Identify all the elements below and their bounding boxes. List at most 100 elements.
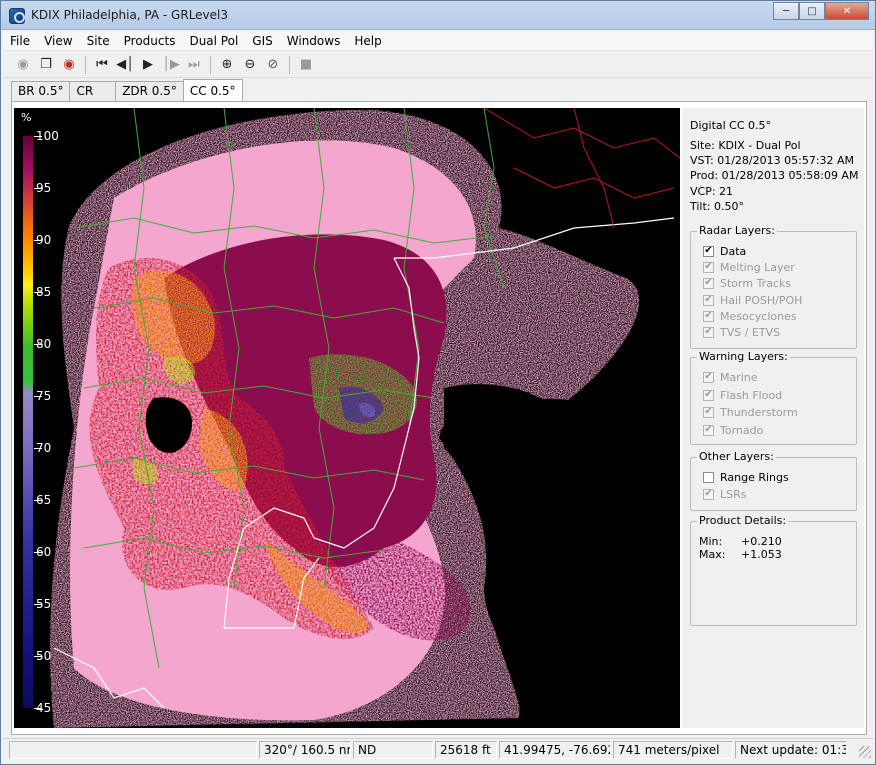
menu-site[interactable]: Site bbox=[80, 31, 117, 51]
layer-label: Storm Tracks bbox=[720, 276, 792, 290]
close-icon: ✕ bbox=[842, 5, 852, 17]
nexrad-icon[interactable]: ◉ bbox=[59, 55, 79, 75]
checkmark-icon: ✔ bbox=[703, 245, 714, 257]
tilt-info: Tilt: 0.50° bbox=[690, 200, 745, 213]
layer-label: Marine bbox=[720, 370, 758, 384]
status-height: 25618 ft bbox=[435, 741, 497, 759]
other-boundaries bbox=[483, 108, 680, 229]
warning-layers-title: Warning Layers: bbox=[697, 350, 790, 363]
toolbar-separator bbox=[85, 55, 86, 74]
checkmark-icon: ✔ bbox=[703, 424, 714, 436]
layer-label: Flash Flood bbox=[720, 388, 783, 402]
status-scale: 741 meters/pixel bbox=[613, 741, 733, 759]
status-latlon: 41.99475, -76.69258 bbox=[499, 741, 611, 759]
max-value: +1.053 bbox=[741, 548, 782, 561]
range-rings-checkbox[interactable]: Range Rings bbox=[703, 470, 789, 484]
product-details-group: Product Details: Min: +0.210 Max: +1.053 bbox=[690, 514, 857, 626]
resize-grip-icon[interactable] bbox=[859, 746, 871, 758]
first-frame-icon[interactable]: ⏮ bbox=[92, 55, 112, 75]
tab-br[interactable]: BR 0.5° bbox=[11, 81, 71, 101]
zoom-out-icon[interactable]: ⊖ bbox=[240, 55, 260, 75]
next-frame-icon[interactable]: │▶ bbox=[161, 55, 181, 75]
site-info: Site: KDIX - Dual Pol bbox=[690, 139, 801, 152]
checkmark-icon: ✔ bbox=[703, 310, 714, 322]
other-layers-group: Other Layers: Range Rings ✔ LSRs bbox=[690, 450, 857, 511]
side-panel: Digital CC 0.5° Site: KDIX - Dual Pol VS… bbox=[682, 108, 864, 728]
checkmark-icon: ✔ bbox=[703, 488, 714, 500]
stop-icon[interactable]: ■ bbox=[296, 55, 316, 75]
menu-dual-pol[interactable]: Dual Pol bbox=[182, 31, 245, 51]
layer-label: Mesocyclones bbox=[720, 309, 797, 323]
warning-marine-checkbox: ✔ Marine bbox=[703, 370, 758, 384]
legend-tick-label: 75 bbox=[36, 389, 52, 403]
last-frame-icon[interactable]: ⏭ bbox=[184, 55, 204, 75]
toolbar-separator bbox=[289, 55, 290, 74]
toolbar: ◉ ❐ ◉ ⏮ ◀│ ▶ │▶ ⏭ ⊕ ⊖ ⊘ ■ bbox=[3, 52, 873, 78]
radar-image bbox=[50, 108, 680, 728]
maximize-icon: □ bbox=[807, 5, 817, 17]
warning-layers-group: Warning Layers: ✔ Marine ✔ Flash Flood ✔ Th… bbox=[690, 350, 857, 445]
legend-tick-label: 65 bbox=[36, 493, 52, 507]
menu-view[interactable]: View bbox=[37, 31, 79, 51]
layer-hail-checkbox: ✔ Hail POSH/POH bbox=[703, 293, 802, 307]
tab-cc[interactable]: CC 0.5° bbox=[182, 79, 243, 101]
layer-label: Tornado bbox=[720, 423, 764, 437]
tab-cr[interactable]: CR bbox=[69, 81, 117, 101]
vcp-info: VCP: 21 bbox=[690, 185, 734, 198]
warning-flash-flood-checkbox: ✔ Flash Flood bbox=[703, 388, 782, 402]
status-empty bbox=[9, 741, 257, 759]
status-bar: 320°/ 160.5 nm ND 25618 ft 41.99475, -76… bbox=[3, 738, 873, 760]
zoom-in-icon[interactable]: ⊕ bbox=[217, 55, 237, 75]
other-layers-title: Other Layers: bbox=[697, 450, 776, 463]
play-icon[interactable]: ▶ bbox=[138, 55, 158, 75]
menu-gis[interactable]: GIS bbox=[245, 31, 279, 51]
copy-icon[interactable]: ❐ bbox=[36, 55, 56, 75]
menu-help[interactable]: Help bbox=[347, 31, 388, 51]
toolbar-separator bbox=[210, 55, 211, 74]
layer-tvs-checkbox: ✔ TVS / ETVS bbox=[703, 325, 780, 339]
zoom-reset-icon[interactable]: ⊘ bbox=[263, 55, 283, 75]
app-icon[interactable] bbox=[9, 8, 25, 24]
maximize-button[interactable]: □ bbox=[799, 2, 825, 20]
layer-data-checkbox[interactable]: ✔ Data bbox=[703, 244, 746, 258]
checkmark-icon: ✔ bbox=[703, 326, 714, 338]
app-window: KDIX Philadelphia, PA - GRLevel3 ─ □ ✕ F… bbox=[0, 0, 876, 765]
tab-zdr[interactable]: ZDR 0.5° bbox=[115, 81, 184, 101]
legend-tick-label: 85 bbox=[36, 285, 52, 299]
minimize-button[interactable]: ─ bbox=[773, 2, 799, 20]
legend-tick-label: 45 bbox=[36, 701, 52, 715]
color-legend: % 100 95 90 85 80 75 70 65 60 55 50 45 bbox=[14, 108, 65, 728]
layer-label: Data bbox=[720, 244, 747, 258]
product-name: Digital CC 0.5° bbox=[690, 119, 772, 132]
lsrs-checkbox: ✔ LSRs bbox=[703, 487, 747, 501]
layer-label: Thunderstorm bbox=[720, 405, 798, 419]
legend-tick-label: 60 bbox=[36, 545, 52, 559]
checkmark-icon: ✔ bbox=[703, 261, 714, 273]
layer-storm-tracks-checkbox: ✔ Storm Tracks bbox=[703, 276, 791, 290]
menu-windows[interactable]: Windows bbox=[280, 31, 348, 51]
status-value: ND bbox=[353, 741, 433, 759]
prev-frame-icon[interactable]: ◀│ bbox=[115, 55, 135, 75]
radar-display[interactable]: % 100 95 90 85 80 75 70 65 60 55 50 45 bbox=[14, 108, 680, 728]
legend-tick-label: 55 bbox=[36, 597, 52, 611]
menu-bar: File View Site Products Dual Pol GIS Win… bbox=[3, 31, 873, 51]
status-next-update: Next update: 01:33 bbox=[735, 741, 847, 759]
legend-tick-label: 100 bbox=[36, 129, 59, 143]
max-label: Max: bbox=[699, 548, 726, 561]
menu-file[interactable]: File bbox=[3, 31, 37, 51]
layer-label: Hail POSH/POH bbox=[720, 293, 803, 307]
checkmark-icon: ✔ bbox=[703, 294, 714, 306]
product-tabs: BR 0.5° CR ZDR 0.5° CC 0.5° bbox=[11, 79, 243, 101]
menu-products[interactable]: Products bbox=[117, 31, 183, 51]
prod-info: Prod: 01/28/2013 05:58:09 AM bbox=[690, 169, 859, 182]
status-azimuth: 320°/ 160.5 nm bbox=[259, 741, 351, 759]
legend-unit: % bbox=[21, 111, 32, 124]
title-bar[interactable]: KDIX Philadelphia, PA - GRLevel3 ─ □ ✕ bbox=[1, 1, 875, 30]
close-button[interactable]: ✕ bbox=[825, 2, 869, 20]
product-details-title: Product Details: bbox=[697, 514, 789, 527]
radar-layers-title: Radar Layers: bbox=[697, 224, 777, 237]
legend-tick-label: 90 bbox=[36, 233, 52, 247]
checkmark-icon: ✔ bbox=[703, 277, 714, 289]
globe-icon[interactable]: ◉ bbox=[13, 55, 33, 75]
layer-label: LSRs bbox=[720, 487, 747, 501]
